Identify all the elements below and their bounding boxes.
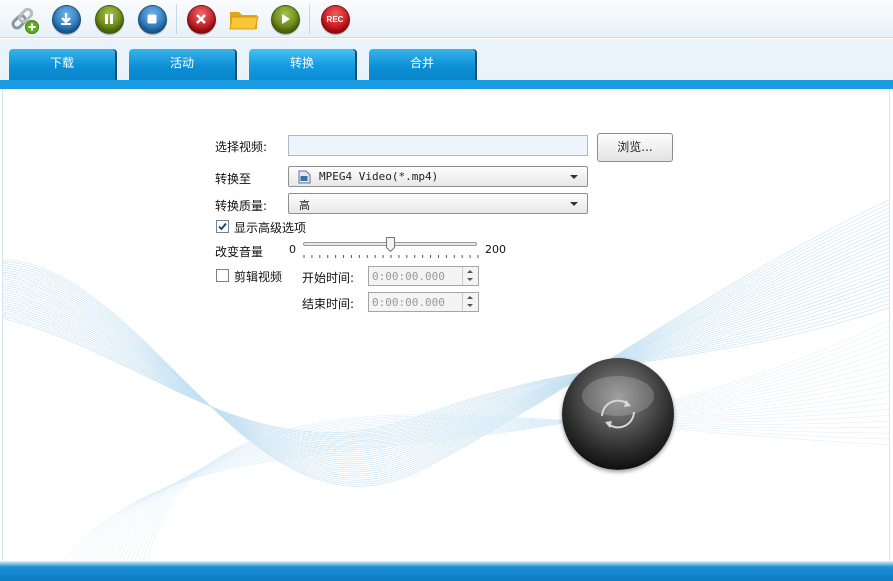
convert-to-value: MPEG4 Video(*.mp4)	[319, 170, 439, 183]
convert-panel	[2, 89, 890, 561]
start-time-label: 开始时间:	[302, 271, 355, 285]
link-add-icon	[11, 7, 39, 34]
tab-activity[interactable]: 活动	[129, 49, 235, 81]
volume-slider-thumb[interactable]	[386, 237, 395, 252]
background-waves-decoration	[3, 199, 889, 561]
add-link-button[interactable]	[8, 3, 40, 35]
play-button[interactable]	[269, 3, 301, 35]
arrow-down-icon	[467, 278, 473, 281]
video-file-icon	[298, 170, 311, 184]
delete-button[interactable]	[185, 3, 217, 35]
tab-download[interactable]: 下载	[9, 49, 115, 81]
tab-convert[interactable]: 转换	[249, 49, 355, 81]
end-time-value: 0:00:00.000	[372, 296, 445, 309]
record-label: REC	[326, 14, 344, 24]
spinner-arrows[interactable]	[462, 267, 478, 285]
tab-merge[interactable]: 合并	[369, 49, 475, 81]
start-time-value: 0:00:00.000	[372, 270, 445, 283]
volume-label: 改变音量	[215, 245, 264, 259]
arrow-up-icon	[467, 296, 473, 299]
pause-icon	[94, 4, 124, 34]
record-icon: REC	[320, 4, 350, 34]
checkmark-icon	[218, 222, 227, 231]
select-video-label: 选择视频:	[215, 140, 268, 154]
quality-select[interactable]: 高	[288, 193, 588, 214]
record-button[interactable]: REC	[319, 3, 351, 35]
stop-button[interactable]	[136, 3, 168, 35]
volume-slider-ticks	[303, 255, 479, 258]
chevron-down-icon	[570, 175, 578, 179]
volume-max-label: 200	[485, 243, 506, 256]
stop-icon	[137, 4, 167, 34]
toolbar-separator	[176, 4, 177, 34]
show-advanced-label: 显示高级选项	[234, 221, 307, 235]
status-bar	[0, 561, 893, 581]
open-folder-button[interactable]	[228, 3, 260, 35]
quality-value: 高	[299, 199, 310, 212]
end-time-spinner[interactable]: 0:00:00.000	[368, 292, 479, 312]
trim-video-label: 剪辑视频	[234, 270, 283, 284]
close-icon	[186, 4, 216, 34]
trim-video-checkbox[interactable]	[216, 269, 229, 282]
toolbar-separator	[309, 4, 310, 34]
browse-button[interactable]: 浏览...	[597, 133, 673, 162]
pause-button[interactable]	[93, 3, 125, 35]
start-convert-button[interactable]	[562, 358, 674, 470]
download-icon	[51, 4, 81, 34]
arrow-up-icon	[467, 270, 473, 273]
play-icon	[270, 4, 300, 34]
end-time-label: 结束时间:	[302, 297, 355, 311]
quality-label: 转换质量:	[215, 199, 268, 213]
show-advanced-checkbox[interactable]	[216, 220, 229, 233]
start-time-spinner[interactable]: 0:00:00.000	[368, 266, 479, 286]
arrow-down-icon	[467, 304, 473, 307]
convert-to-label: 转换至	[215, 172, 252, 186]
tab-strip	[0, 80, 893, 89]
download-button[interactable]	[50, 3, 82, 35]
video-path-field[interactable]	[288, 135, 588, 156]
folder-icon	[229, 12, 259, 30]
refresh-icon	[582, 376, 654, 429]
chevron-down-icon	[570, 202, 578, 206]
volume-min-label: 0	[289, 243, 296, 256]
toolbar: REC	[0, 0, 893, 38]
convert-to-select[interactable]: MPEG4 Video(*.mp4)	[288, 166, 588, 187]
spinner-arrows[interactable]	[462, 293, 478, 311]
